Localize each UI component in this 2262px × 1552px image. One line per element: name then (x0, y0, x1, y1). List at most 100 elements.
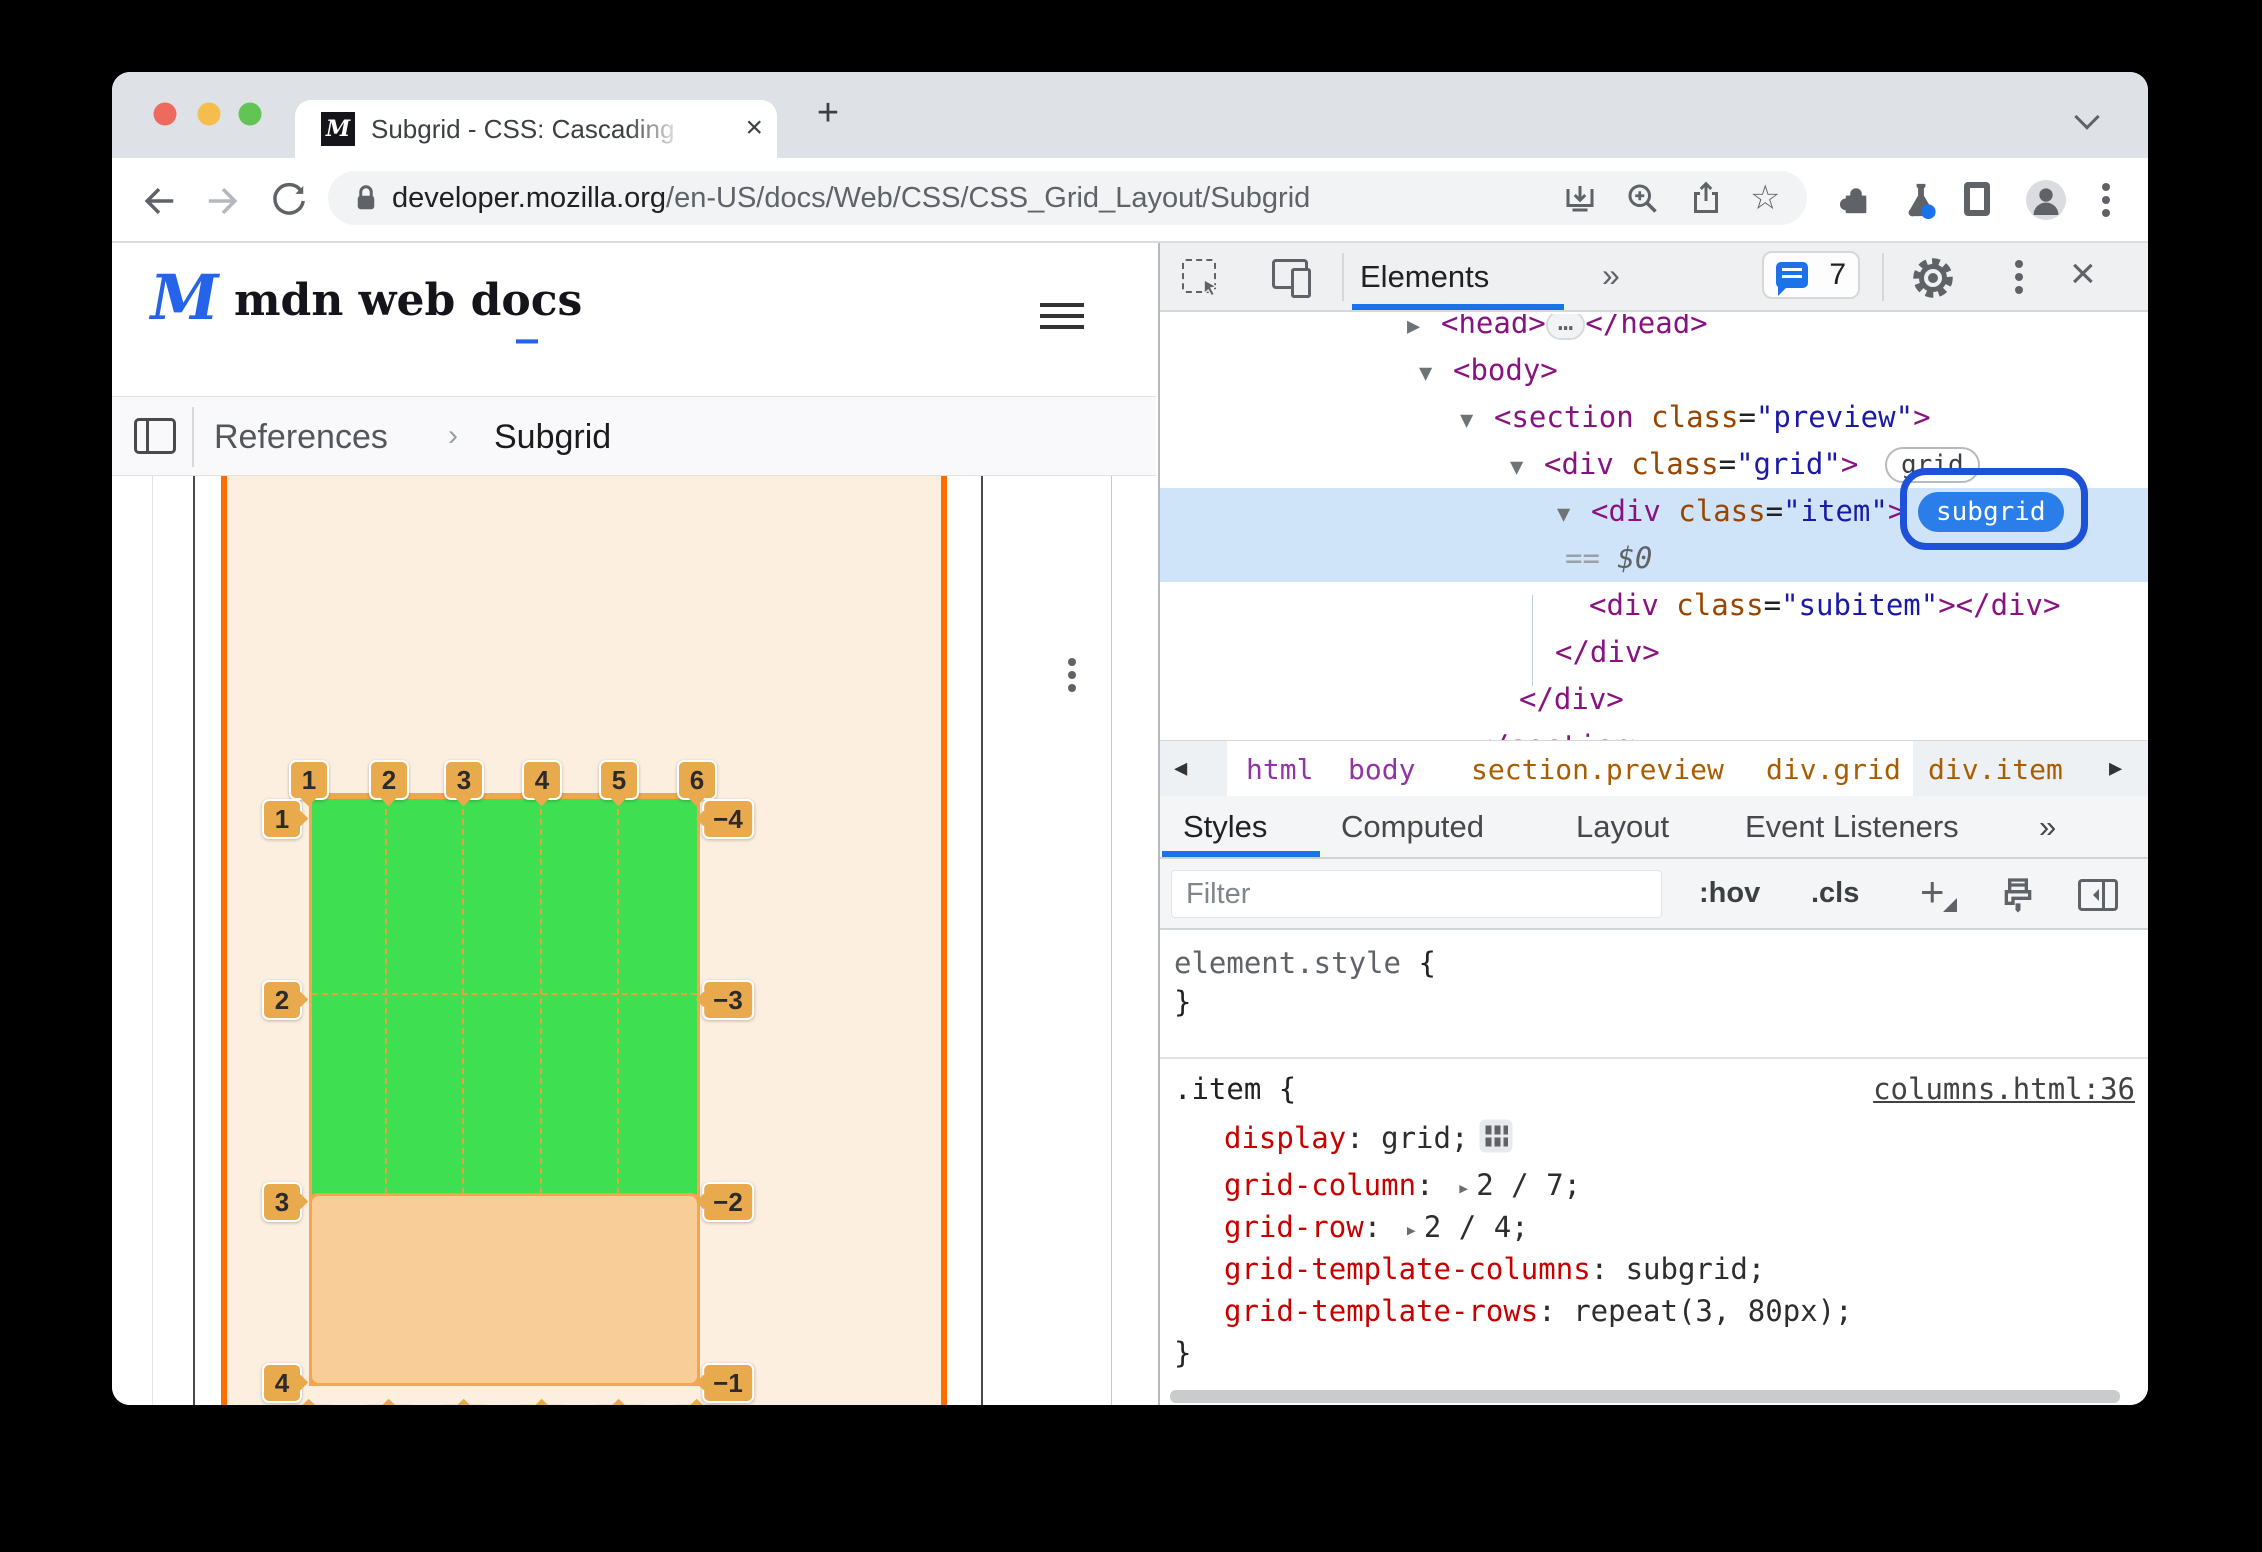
expand-arrow-icon[interactable]: ▼ (1419, 350, 1453, 397)
tree-node-close-section[interactable]: </section> (1160, 723, 2148, 740)
grid-line-label: −1 (702, 1363, 754, 1403)
tab-computed[interactable]: Computed (1341, 796, 1484, 857)
element-style-rule[interactable]: element.style { (1174, 944, 1436, 983)
web-page: M mdn web docs _ References › Subgrid 1 … (112, 243, 1156, 1405)
item-rule-selector[interactable]: .item { (1174, 1070, 1296, 1109)
tab-strip: M Subgrid - CSS: Cascading Style × + (112, 72, 2148, 158)
expand-value-icon[interactable]: ▸ (1451, 1176, 1476, 1201)
tree-node-head[interactable]: ▶ <head>… </head> (1160, 314, 2148, 347)
devtools-toolbar: Elements » 7 × (1160, 243, 2148, 312)
extensions-puzzle-icon[interactable] (1837, 181, 1873, 217)
tab-close-icon[interactable]: × (745, 100, 763, 158)
lock-icon[interactable] (348, 180, 384, 216)
browser-toolbar: developer.mozilla.org/en-US/docs/Web/CSS… (112, 158, 2148, 243)
crumb-scroll-right-icon[interactable]: ▶ (2109, 741, 2122, 797)
inspect-element-icon[interactable] (1182, 259, 1219, 297)
tree-node-div-subitem[interactable]: <div class="subitem"></div> (1160, 582, 2148, 629)
css-property-display[interactable]: display: grid; (1224, 1118, 1514, 1158)
traffic-light-close[interactable] (153, 102, 177, 126)
dock-sidebar-icon[interactable] (2078, 879, 2118, 911)
share-icon[interactable] (1688, 180, 1724, 216)
side-panel-icon[interactable] (1964, 182, 1990, 216)
tab-event-listeners[interactable]: Event Listeners (1745, 796, 1959, 857)
page-menu-hamburger-icon[interactable] (1040, 303, 1084, 307)
issues-counter[interactable]: 7 (1762, 251, 1860, 299)
stylesheet-source-link[interactable]: columns.html:36 (1873, 1070, 2135, 1109)
tab-layout[interactable]: Layout (1576, 796, 1669, 857)
content-rail-line (152, 476, 153, 1405)
tab-title-fade (627, 102, 709, 156)
traffic-light-zoom[interactable] (238, 102, 262, 126)
url-text[interactable]: developer.mozilla.org/en-US/docs/Web/CSS… (392, 171, 1310, 225)
tab-search-chevron-icon[interactable] (2074, 104, 2100, 130)
pseudo-state-button[interactable]: :hov (1699, 859, 1760, 930)
crumb-html[interactable]: html (1246, 741, 1313, 797)
rendering-brush-icon[interactable] (1998, 875, 2038, 915)
grid-overlay (309, 793, 700, 1386)
css-property-grid-column[interactable]: grid-column: ▸ 2 / 7; (1224, 1166, 1581, 1208)
collapsed-ellipsis-badge[interactable]: … (1545, 314, 1586, 340)
styles-filter-input[interactable] (1171, 870, 1662, 918)
grid-line-label: 1 (289, 760, 329, 800)
css-property-grid-template-rows[interactable]: grid-template-rows: repeat(3, 80px); (1224, 1292, 1853, 1331)
avatar[interactable] (2026, 180, 2066, 220)
beaker-flask-icon[interactable] (1902, 181, 1938, 219)
tree-node-section[interactable]: ▼ <section class="preview"> (1160, 394, 2148, 441)
tree-node-close-grid[interactable]: </div> (1160, 676, 2148, 723)
traffic-light-minimize[interactable] (197, 102, 221, 126)
grid-line-label: 6 (677, 760, 717, 800)
tree-node-body[interactable]: ▼ <body> (1160, 347, 2148, 394)
grid-line-label: 3 (444, 760, 484, 800)
crumb-body[interactable]: body (1348, 741, 1415, 797)
styles-sidebar-tabs: Styles Computed Layout Event Listeners » (1160, 796, 2148, 859)
devtools-panel: Elements » 7 × ▶ <head>… </head> ▼ <body… (1158, 243, 2148, 1405)
crumb-scroll-left-icon[interactable]: ◀ (1174, 741, 1187, 797)
browser-tab[interactable]: M Subgrid - CSS: Cascading Style × (295, 100, 777, 158)
tab-styles[interactable]: Styles (1183, 796, 1267, 857)
more-panels-chevrons[interactable]: » (1602, 243, 1622, 310)
expand-arrow-icon[interactable]: ▼ (1510, 444, 1544, 491)
element-classes-button[interactable]: .cls (1811, 859, 1859, 930)
new-tab-button[interactable]: + (804, 90, 852, 138)
breadcrumb-references[interactable]: References (214, 397, 388, 477)
install-icon[interactable] (1562, 180, 1598, 216)
expand-arrow-icon[interactable]: ▼ (1460, 397, 1494, 444)
devtools-menu-kebab-icon[interactable] (2015, 273, 2023, 281)
crumb-div-grid[interactable]: div.grid (1766, 741, 1901, 797)
browser-menu-kebab-icon[interactable] (2102, 196, 2110, 204)
devtools-close-icon[interactable]: × (2070, 243, 2096, 309)
crumb-section-preview[interactable]: section.preview (1471, 741, 1724, 797)
page-breadcrumb-bar: References › Subgrid (112, 396, 1156, 679)
bookmark-star-icon[interactable]: ☆ (1750, 180, 1786, 216)
mdn-favicon: M (321, 112, 355, 146)
sidebar-toggle-icon[interactable] (134, 418, 176, 454)
back-icon[interactable] (140, 182, 178, 220)
grid-line-label: 4 (262, 1363, 302, 1403)
css-property-grid-row[interactable]: grid-row: ▸ 2 / 4; (1224, 1208, 1529, 1250)
toolbar-divider (1342, 253, 1344, 301)
expand-arrow-icon[interactable]: ▼ (1557, 491, 1591, 538)
grid-line-label: 1 (262, 799, 302, 839)
horizontal-scrollbar[interactable] (1170, 1390, 2120, 1403)
settings-gear-icon[interactable] (1910, 255, 1956, 301)
grid-row-line (312, 993, 697, 995)
zoom-icon[interactable] (1624, 180, 1660, 216)
device-toolbar-icon[interactable] (1272, 259, 1311, 298)
expand-value-icon[interactable]: ▸ (1399, 1218, 1424, 1243)
breadcrumb-separator: › (448, 419, 458, 452)
forward-icon[interactable] (204, 182, 242, 220)
css-property-grid-template-columns[interactable]: grid-template-columns: subgrid; (1224, 1250, 1765, 1289)
more-tabs-chevrons[interactable]: » (2039, 796, 2058, 857)
grid-editor-icon[interactable] (1478, 1118, 1514, 1154)
crumb-div-item-selected[interactable]: div.item (1928, 741, 2063, 797)
collapse-arrow-icon[interactable]: ▶ (1407, 314, 1441, 350)
new-style-rule-button[interactable]: + (1920, 859, 1956, 930)
breadcrumb-current-page: Subgrid (494, 418, 612, 456)
tree-node-close-item[interactable]: </div> (1160, 629, 2148, 676)
mdn-logo[interactable]: M (144, 261, 222, 334)
tab-elements[interactable]: Elements (1360, 243, 1489, 310)
reload-icon[interactable] (270, 182, 308, 220)
article-actions-kebab-icon[interactable] (1068, 671, 1076, 679)
tree-node-div-item-selected[interactable]: ▼ <div class="item"> subgrid (1160, 468, 2148, 550)
address-bar[interactable]: developer.mozilla.org/en-US/docs/Web/CSS… (328, 171, 1807, 225)
